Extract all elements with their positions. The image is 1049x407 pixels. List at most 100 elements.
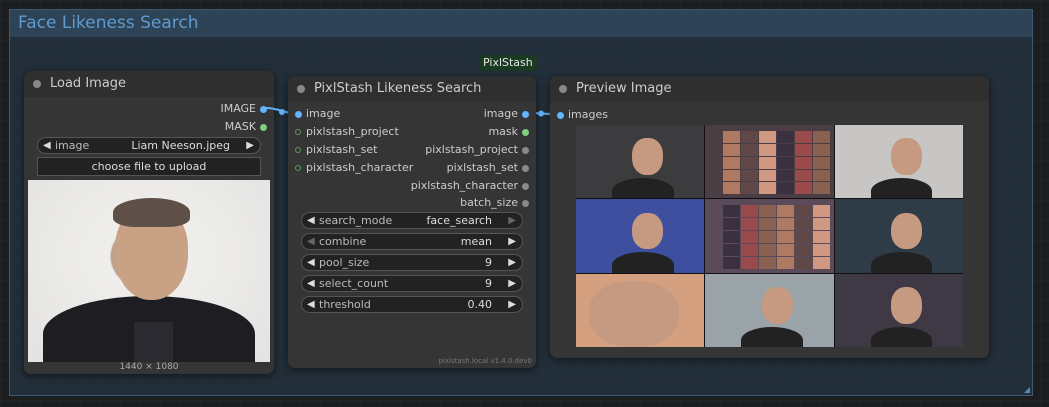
output-label: mask (488, 125, 518, 138)
group-title[interactable]: Face Likeness Search (10, 10, 1032, 37)
socket-dot-icon[interactable] (522, 200, 529, 207)
socket-dot-icon[interactable] (557, 112, 564, 119)
preview-thumbnail[interactable] (834, 125, 963, 199)
mosaic-tile (759, 169, 776, 182)
collapse-dot-icon[interactable] (297, 85, 305, 93)
arrow-left-icon[interactable]: ◀ (307, 255, 315, 270)
likeness-search-node[interactable]: PixlStash Likeness Search image pixlstas… (288, 76, 536, 368)
input-label: image (306, 107, 341, 120)
preview-thumbnail[interactable] (705, 125, 834, 199)
thumbnail-face (588, 280, 679, 347)
mosaic-tile (741, 218, 759, 231)
socket-dot-icon[interactable] (260, 124, 267, 131)
output-image[interactable]: IMAGE (220, 102, 267, 116)
input-images[interactable]: images (557, 108, 608, 122)
arrow-right-icon[interactable]: ▶ (508, 276, 516, 291)
photo-shirt (134, 321, 174, 362)
output-set[interactable]: pixlstash_set (447, 161, 529, 175)
arrow-left-icon[interactable]: ◀ (307, 276, 315, 291)
mosaic-tile (812, 205, 830, 218)
preview-thumbnail[interactable] (834, 199, 963, 273)
thumbnail-body (870, 252, 933, 273)
screenshot-mosaic (723, 205, 830, 269)
socket-dot-icon[interactable] (522, 129, 529, 136)
collapse-dot-icon[interactable] (559, 85, 567, 93)
mosaic-tile (776, 205, 794, 218)
node-title-text: Load Image (50, 76, 127, 91)
mosaic-tile (794, 169, 812, 182)
group-resize-handle[interactable] (1024, 387, 1030, 393)
arrow-right-icon[interactable]: ▶ (246, 138, 254, 153)
mosaic-tile (741, 131, 759, 143)
threshold-stepper[interactable]: ◀ threshold 0.40 ▶ (301, 296, 523, 313)
load-image-node[interactable]: Load Image IMAGE MASK ◀ image Liam Neeso… (24, 71, 274, 374)
combine-combo[interactable]: ◀ combine mean ▶ (301, 233, 523, 250)
pool-size-stepper[interactable]: ◀ pool_size 9 ▶ (301, 254, 523, 271)
input-character[interactable]: pixlstash_character (295, 161, 413, 175)
socket-dot-icon[interactable] (522, 183, 529, 190)
output-label: IMAGE (220, 102, 256, 115)
socket-dot-icon[interactable] (522, 165, 529, 172)
mosaic-tile (812, 169, 830, 182)
output-character[interactable]: pixlstash_character (411, 179, 529, 193)
upload-button[interactable]: choose file to upload (37, 157, 261, 176)
mosaic-tile (741, 143, 759, 156)
arrow-left-icon[interactable]: ◀ (307, 234, 315, 249)
output-mask[interactable]: mask (488, 125, 529, 139)
pixlstash-badge: PixlStash (479, 55, 537, 71)
thumbnail-body (870, 177, 933, 199)
mosaic-tile (794, 156, 812, 169)
load-image-title[interactable]: Load Image (24, 71, 274, 97)
preview-thumbnail[interactable] (705, 199, 834, 273)
arrow-left-icon[interactable]: ◀ (43, 138, 51, 153)
mosaic-tile (776, 169, 794, 182)
arrow-right-icon[interactable]: ▶ (508, 297, 516, 312)
image-combo[interactable]: ◀ image Liam Neeson.jpeg ▶ (37, 137, 261, 154)
input-set[interactable]: pixlstash_set (295, 143, 377, 157)
arrow-right-icon[interactable]: ▶ (508, 213, 516, 228)
arrow-right-icon[interactable]: ▶ (508, 234, 516, 249)
mosaic-tile (812, 182, 830, 195)
mosaic-tile (723, 205, 741, 218)
collapse-dot-icon[interactable] (33, 80, 41, 88)
socket-dot-icon[interactable] (522, 111, 529, 118)
arrow-left-icon[interactable]: ◀ (307, 297, 315, 312)
input-image[interactable]: image (295, 107, 341, 121)
socket-dot-icon[interactable] (295, 165, 301, 171)
output-label: MASK (224, 120, 256, 133)
widget-value: 9 (485, 256, 492, 269)
input-project[interactable]: pixlstash_project (295, 125, 399, 139)
preview-thumbnail[interactable] (705, 273, 834, 347)
widget-value: Liam Neeson.jpeg (131, 139, 230, 152)
preview-thumbnail[interactable] (834, 273, 963, 347)
preview-grid[interactable] (576, 125, 963, 347)
output-image[interactable]: image (484, 107, 529, 121)
mosaic-tile (723, 143, 741, 156)
socket-dot-icon[interactable] (295, 147, 301, 153)
preview-node-title[interactable]: Preview Image (550, 76, 989, 102)
search-node-title[interactable]: PixlStash Likeness Search (288, 76, 536, 102)
mosaic-tile (794, 205, 812, 218)
mosaic-tile (812, 131, 830, 143)
arrow-left-icon[interactable]: ◀ (307, 213, 315, 228)
thumbnail-face (891, 212, 922, 250)
socket-dot-icon[interactable] (295, 129, 301, 135)
output-batch-size[interactable]: batch_size (460, 196, 529, 210)
node-title-text: Preview Image (576, 81, 672, 96)
socket-dot-icon[interactable] (522, 147, 529, 154)
output-mask[interactable]: MASK (224, 120, 267, 134)
mosaic-tile (723, 231, 741, 243)
preview-thumbnail[interactable] (576, 273, 705, 347)
preview-image-node[interactable]: Preview Image images (550, 76, 989, 358)
select-count-stepper[interactable]: ◀ select_count 9 ▶ (301, 275, 523, 292)
output-label: batch_size (460, 196, 518, 209)
mosaic-tile (741, 256, 759, 269)
socket-dot-icon[interactable] (295, 111, 302, 118)
search-mode-combo[interactable]: ◀ search_mode face_search ▶ (301, 212, 523, 229)
preview-thumbnail[interactable] (576, 125, 705, 199)
mosaic-tile (776, 218, 794, 231)
arrow-right-icon[interactable]: ▶ (508, 255, 516, 270)
mosaic-tile (812, 218, 830, 231)
output-project[interactable]: pixlstash_project (425, 143, 529, 157)
preview-thumbnail[interactable] (576, 199, 705, 273)
